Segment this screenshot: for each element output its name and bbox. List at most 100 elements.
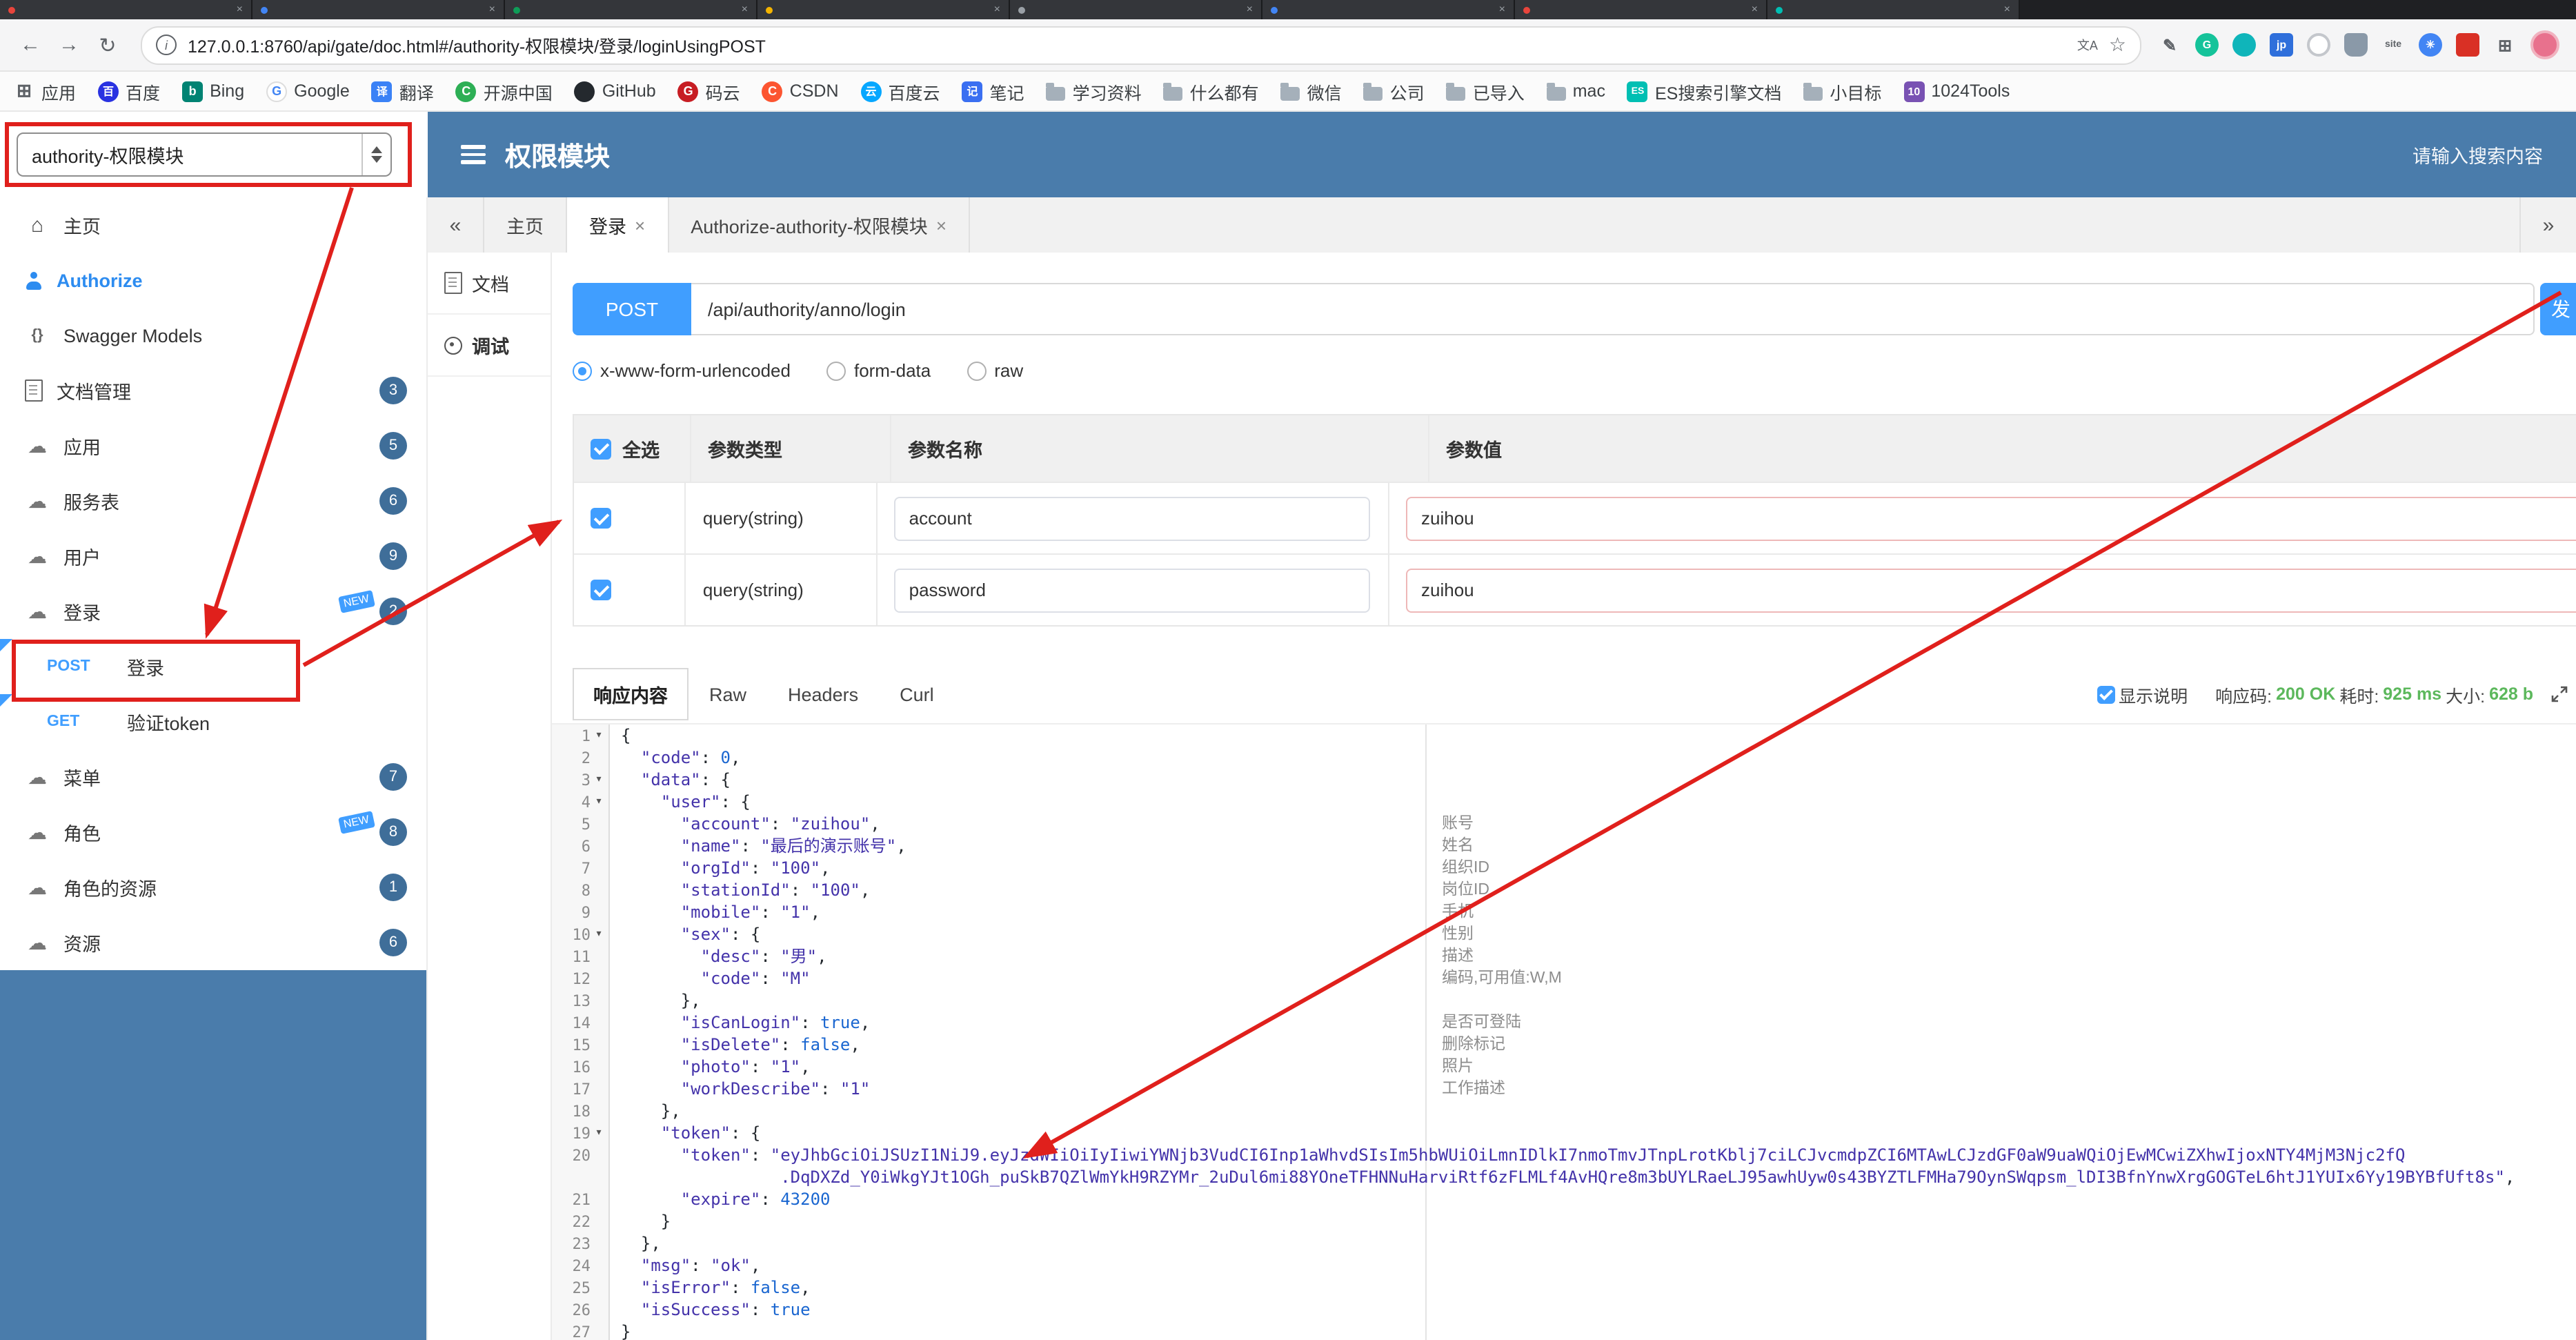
- pen-extension-icon[interactable]: ✎: [2158, 33, 2181, 57]
- radio-raw[interactable]: raw: [967, 360, 1023, 381]
- tab-headers[interactable]: Headers: [767, 671, 879, 717]
- sidebar-item[interactable]: 文档管理 3: [0, 363, 426, 418]
- sidebar-item[interactable]: 角色的资源 1: [0, 860, 426, 915]
- tab-scroll-left[interactable]: «: [428, 197, 484, 253]
- bookmark-item[interactable]: 10 1024Tools: [1903, 81, 2010, 101]
- bookmark-item[interactable]: 微信: [1280, 78, 1342, 104]
- close-icon[interactable]: ×: [489, 3, 495, 15]
- row-checkbox[interactable]: [591, 580, 611, 600]
- browser-tab[interactable]: ×: [1010, 0, 1262, 19]
- sidebar-item[interactable]: 登录 NEW 2: [0, 584, 426, 639]
- extension-icon[interactable]: G: [2195, 33, 2219, 57]
- bookmark-item[interactable]: G 码云: [677, 78, 740, 104]
- browser-tab[interactable]: ×: [757, 0, 1010, 19]
- bookmark-item[interactable]: G Google: [266, 81, 350, 101]
- extension-icon[interactable]: jp: [2270, 33, 2293, 57]
- close-icon[interactable]: ×: [1752, 3, 1758, 15]
- param-value-input[interactable]: zuihou: [1406, 568, 2576, 612]
- param-value-input[interactable]: zuihou: [1406, 496, 2576, 540]
- bookmark-item[interactable]: GitHub: [574, 81, 656, 101]
- close-icon[interactable]: ×: [994, 3, 1000, 15]
- sidebar-item[interactable]: 用户 9: [0, 529, 426, 584]
- extension-icon[interactable]: [2232, 33, 2256, 57]
- fold-toggle-icon[interactable]: ▾: [591, 927, 607, 941]
- bookmark-item[interactable]: 什么都有: [1163, 78, 1259, 104]
- browser-tab[interactable]: ×: [252, 0, 505, 19]
- close-icon[interactable]: ×: [635, 215, 645, 235]
- fullscreen-icon[interactable]: [2551, 686, 2568, 702]
- bookmark-item[interactable]: 云 百度云: [860, 78, 940, 104]
- bookmark-item[interactable]: 学习资料: [1046, 78, 1142, 104]
- bookmark-item[interactable]: ES ES搜索引擎文档: [1627, 78, 1781, 104]
- close-icon[interactable]: ×: [237, 3, 243, 15]
- search-input[interactable]: 请输入搜索内容: [2412, 141, 2543, 168]
- menu-toggle-icon[interactable]: [461, 141, 486, 168]
- sidebar-item[interactable]: Swagger Models: [0, 308, 426, 363]
- close-icon[interactable]: ×: [1499, 3, 1505, 15]
- param-name-input[interactable]: password: [893, 568, 1370, 612]
- translate-icon[interactable]: 文A: [2077, 36, 2098, 54]
- tab-response-content[interactable]: 响应内容: [573, 668, 688, 720]
- sidebar-item[interactable]: 应用 5: [0, 418, 426, 473]
- close-icon[interactable]: ×: [2004, 3, 2010, 15]
- fold-toggle-icon[interactable]: ▾: [591, 795, 607, 809]
- param-name-input[interactable]: account: [893, 496, 1370, 540]
- bookmark-star-icon[interactable]: ☆: [2109, 33, 2126, 57]
- send-button[interactable]: 发: [2540, 283, 2576, 335]
- tab-authorize[interactable]: Authorize-authority-权限模块 ×: [668, 197, 970, 253]
- tab-login[interactable]: 登录 ×: [567, 197, 669, 253]
- browser-tab[interactable]: ×: [1515, 0, 1767, 19]
- browser-tab[interactable]: ×: [1262, 0, 1515, 19]
- bookmark-item[interactable]: 记 笔记: [962, 78, 1024, 104]
- fold-toggle-icon[interactable]: ▾: [591, 773, 607, 787]
- browser-tab[interactable]: ×: [505, 0, 757, 19]
- bookmark-item[interactable]: 公司: [1363, 78, 1425, 104]
- radio-urlencoded[interactable]: x-www-form-urlencoded: [573, 360, 791, 381]
- bookmark-item[interactable]: 已导入: [1446, 78, 1525, 104]
- row-checkbox[interactable]: [591, 508, 611, 529]
- bookmark-item[interactable]: mac: [1546, 81, 1605, 101]
- tab-scroll-right[interactable]: »: [2519, 197, 2576, 253]
- sidebar-item[interactable]: 资源 6: [0, 915, 426, 970]
- tab-home[interactable]: 主页: [484, 197, 567, 253]
- browser-tab[interactable]: ×: [0, 0, 252, 19]
- show-desc-checkbox[interactable]: [2097, 685, 2115, 703]
- sidebar-item[interactable]: GET 验证token: [0, 694, 426, 749]
- browser-tab[interactable]: ×: [1767, 0, 2020, 19]
- fold-toggle-icon[interactable]: ▾: [591, 1126, 607, 1140]
- extension-icon[interactable]: [2307, 33, 2330, 57]
- radio-formdata[interactable]: form-data: [826, 360, 931, 381]
- sidebar-item[interactable]: 角色 NEW 8: [0, 805, 426, 860]
- bookmark-item[interactable]: 百 百度: [98, 78, 160, 104]
- rail-debug-tab[interactable]: 调试: [428, 315, 551, 377]
- sidebar-item[interactable]: 服务表 6: [0, 473, 426, 529]
- apps-grid-icon[interactable]: ⊞: [2493, 33, 2517, 57]
- close-icon[interactable]: ×: [936, 215, 947, 235]
- select-all-checkbox[interactable]: [591, 438, 611, 459]
- extension-icon[interactable]: site: [2381, 33, 2405, 57]
- service-group-select[interactable]: authority-权限模块: [17, 132, 392, 177]
- tab-raw[interactable]: Raw: [688, 671, 767, 717]
- bookmark-item[interactable]: 小目标: [1803, 78, 1881, 104]
- extension-icon[interactable]: [2456, 33, 2479, 57]
- address-bar[interactable]: i 127.0.0.1:8760/api/gate/doc.html#/auth…: [141, 26, 2141, 64]
- profile-avatar[interactable]: [2530, 30, 2559, 59]
- shield-extension-icon[interactable]: [2344, 33, 2368, 57]
- bookmark-item[interactable]: b Bing: [182, 81, 244, 101]
- bookmark-item[interactable]: 译 翻译: [371, 78, 434, 104]
- close-icon[interactable]: ×: [1247, 3, 1253, 15]
- forward-button[interactable]: →: [52, 33, 86, 57]
- reload-button[interactable]: ↻: [91, 32, 124, 57]
- back-button[interactable]: ←: [14, 33, 47, 57]
- endpoint-path[interactable]: /api/authority/anno/login: [691, 283, 2535, 335]
- fold-toggle-icon[interactable]: ▾: [591, 729, 607, 742]
- sidebar-item[interactable]: 主页: [0, 197, 426, 253]
- bookmark-item[interactable]: ⊞ 应用: [14, 78, 76, 104]
- bookmark-item[interactable]: C CSDN: [762, 81, 839, 101]
- sidebar-item[interactable]: POST 登录: [0, 639, 426, 694]
- bookmark-item[interactable]: C 开源中国: [455, 78, 553, 104]
- rail-doc-tab[interactable]: 文档: [428, 253, 551, 315]
- sidebar-item[interactable]: Authorize: [0, 253, 426, 308]
- extension-icon[interactable]: ✳: [2419, 33, 2442, 57]
- tab-curl[interactable]: Curl: [879, 671, 955, 717]
